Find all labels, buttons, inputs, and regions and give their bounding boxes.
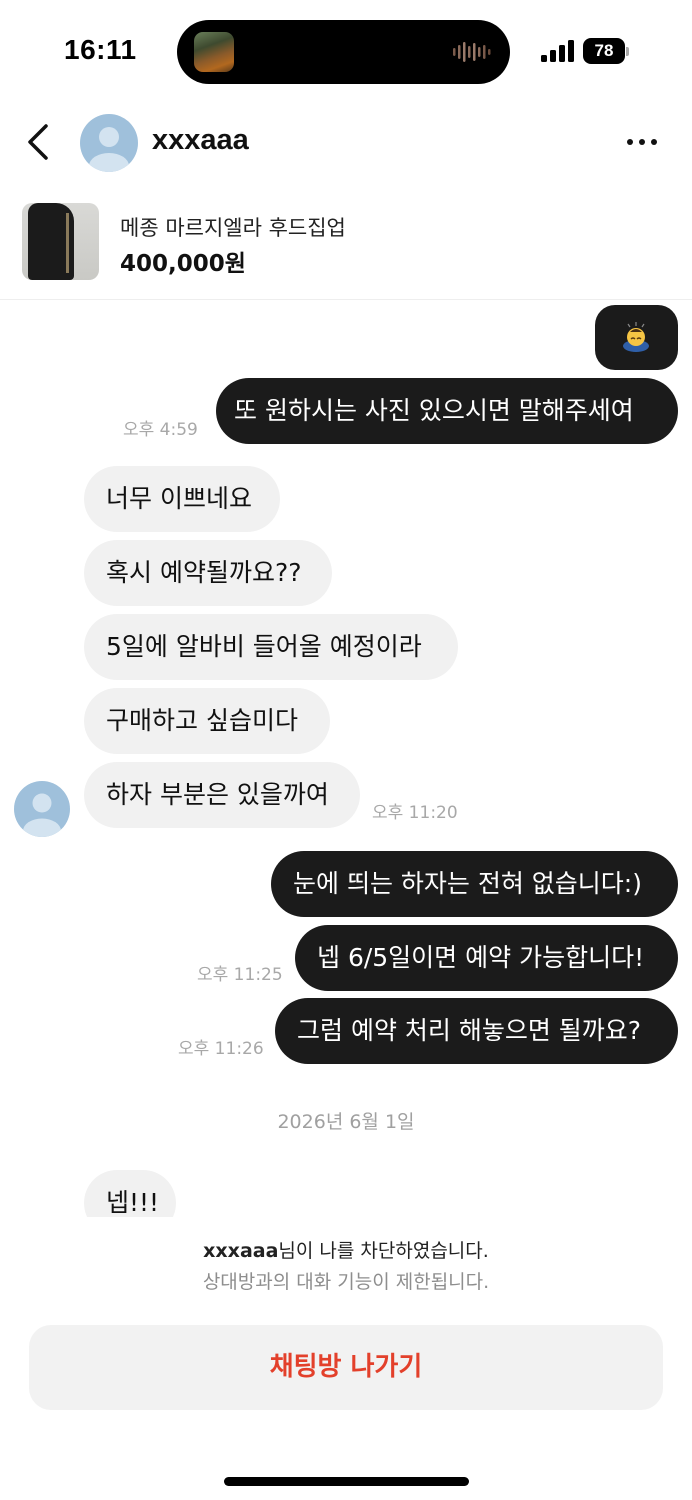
message-timestamp: 오후 4:59 (123, 420, 198, 440)
blocked-subtext: 상대방과의 대화 기능이 제한됩니다. (202, 1271, 490, 1293)
message-timestamp: 오후 11:25 (197, 965, 283, 985)
blocked-notice: xxxaaa님이 나를 차단하였습니다. (0, 1236, 692, 1263)
product-price: 400,000원 (120, 251, 246, 277)
incoming-message[interactable]: 구매하고 싶습미다 (84, 688, 330, 754)
default-avatar-icon (89, 127, 129, 172)
blocked-user-name: xxxaaa (203, 1240, 279, 1262)
battery-level: 78 (583, 38, 625, 64)
incoming-message[interactable]: 넵!!! (84, 1170, 176, 1217)
status-time: 16:11 (64, 34, 137, 65)
blocked-notice-text: 님이 나를 차단하였습니다. (278, 1240, 489, 1262)
back-arrow-icon[interactable] (22, 120, 56, 164)
leave-chat-button[interactable]: 채팅방 나가기 (29, 1325, 663, 1410)
outgoing-message[interactable]: 넵 6/5일이면 예약 가능합니다! (295, 925, 678, 991)
audio-waveform-icon (453, 42, 491, 62)
message-timestamp: 오후 11:20 (372, 803, 458, 823)
incoming-message[interactable]: 혹시 예약될까요?? (84, 540, 332, 606)
contact-avatar[interactable] (80, 114, 138, 172)
now-playing-artwork (194, 32, 234, 72)
battery-icon: 78 (583, 38, 629, 64)
product-title: 메종 마르지엘라 후드집업 (120, 216, 346, 240)
incoming-sender-avatar[interactable] (14, 781, 70, 837)
message-timestamp: 오후 11:26 (178, 1039, 264, 1059)
product-thumbnail[interactable] (22, 203, 99, 280)
cellular-signal-icon (541, 40, 574, 62)
bowing-person-emoji-icon (623, 322, 649, 352)
header-divider (0, 299, 692, 300)
outgoing-message[interactable]: 그럼 예약 처리 해놓으면 될까요? (275, 998, 678, 1064)
date-separator: 2026년 6월 1일 (277, 1111, 415, 1133)
more-options-icon[interactable] (624, 130, 660, 154)
home-indicator[interactable] (224, 1477, 469, 1486)
contact-name[interactable]: xxxaaa (152, 124, 249, 157)
dynamic-island[interactable] (177, 20, 510, 84)
incoming-message[interactable]: 5일에 알바비 들어올 예정이라 (84, 614, 458, 680)
default-avatar-icon (23, 793, 61, 837)
outgoing-message[interactable]: 눈에 띄는 하자는 전혀 없습니다:) (271, 851, 678, 917)
outgoing-emoji-message[interactable] (595, 305, 678, 370)
incoming-message[interactable]: 하자 부분은 있을까여 (84, 762, 360, 828)
incoming-message[interactable]: 너무 이쁘네요 (84, 466, 280, 532)
outgoing-message[interactable]: 또 원하시는 사진 있으시면 말해주세여 (216, 378, 678, 444)
